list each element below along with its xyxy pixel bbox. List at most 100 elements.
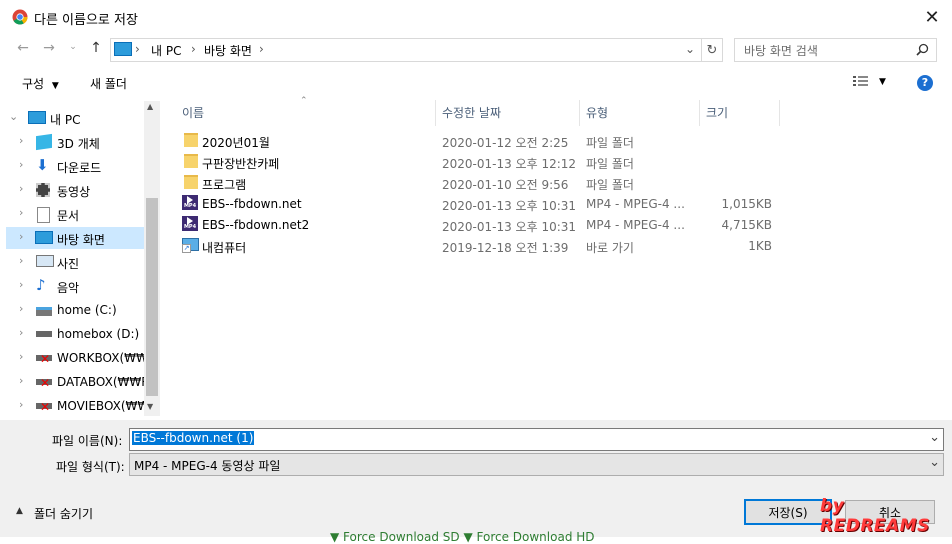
file-row[interactable]: MP4 EBS--fbdown.net2 2020-01-13 오후 10:31…	[178, 214, 778, 235]
chevron-right-icon[interactable]: ›	[19, 398, 23, 411]
chevron-right-icon[interactable]: ›	[19, 254, 23, 267]
sort-ascending-icon: ⌃	[300, 96, 308, 106]
filetype-label: 파일 형식(T):	[56, 460, 125, 474]
watermark-text: by REDREAMS	[820, 496, 930, 536]
file-size: 1KB	[748, 239, 772, 253]
scroll-down-icon[interactable]: ▼	[147, 402, 153, 411]
chevron-down-icon[interactable]: ⌄	[929, 455, 940, 470]
file-modified: 2020-01-13 오후 12:12	[442, 157, 577, 171]
chevron-right-icon[interactable]: ›	[19, 182, 23, 195]
file-type: 파일 폴더	[586, 157, 634, 171]
column-divider[interactable]	[779, 100, 780, 126]
file-row[interactable]: 구판장반찬카페 2020-01-13 오후 12:12 파일 폴더	[178, 151, 778, 172]
chevron-right-icon[interactable]: ›	[19, 302, 23, 315]
view-options-button[interactable]: ▼	[853, 75, 887, 91]
chevron-right-icon[interactable]: ›	[19, 158, 23, 171]
file-name: 프로그램	[202, 178, 247, 192]
tree-item-pc[interactable]: ⌄ 내 PC	[6, 107, 144, 129]
tree-scrollbar-thumb[interactable]	[146, 198, 158, 396]
pc-icon	[28, 111, 46, 124]
file-name: EBS--fbdown.net2	[202, 218, 310, 232]
tree-item-label: 문서	[57, 209, 80, 223]
tree-item-moviebox[interactable]: › ✕ MOVIEBOX(₩₩R	[6, 395, 158, 417]
column-header-type[interactable]: 유형	[586, 104, 608, 121]
tree-item-downloads[interactable]: › ⬇ 다운로드	[6, 155, 144, 177]
column-header-modified[interactable]: 수정한 날짜	[442, 104, 501, 121]
column-header-size[interactable]: 크기	[706, 104, 728, 121]
save-button[interactable]: 저장(S)	[744, 499, 832, 525]
filename-input[interactable]: EBS--fbdown.net (1)	[132, 431, 255, 445]
drive-icon	[36, 307, 52, 316]
new-folder-button[interactable]: 새 폴더	[90, 75, 127, 92]
file-modified: 2020-01-13 오후 10:31	[442, 220, 577, 234]
tree-item-desktop[interactable]: › 바탕 화면	[6, 227, 144, 249]
filetype-select[interactable]: MP4 - MPEG-4 동영상 파일 ⌄	[129, 453, 944, 476]
hide-folders-button[interactable]: 폴더 숨기기	[34, 505, 93, 522]
file-row[interactable]: MP4 EBS--fbdown.net 2020-01-13 오후 10:31 …	[178, 193, 778, 214]
video-icon	[36, 183, 50, 197]
file-row[interactable]: 프로그램 2020-01-10 오전 9:56 파일 폴더	[178, 172, 778, 193]
filename-field[interactable]: EBS--fbdown.net (1) ⌄	[129, 428, 944, 451]
up-arrow-icon[interactable]: ↑	[87, 40, 105, 56]
tree-item-label: 바탕 화면	[57, 233, 105, 247]
file-row[interactable]: 2020년01월 2020-01-12 오전 2:25 파일 폴더	[178, 130, 778, 151]
tree-item-workbox[interactable]: › ✕ WORKBOX(₩₩re	[6, 347, 160, 369]
tree-item-label: homebox (D:)	[57, 327, 140, 341]
file-type: MP4 - MPEG-4 ...	[586, 218, 685, 232]
tree-item-pictures[interactable]: › 사진	[6, 251, 144, 273]
forward-arrow-icon[interactable]: →	[40, 40, 58, 56]
chevron-right-icon[interactable]: ›	[19, 278, 23, 291]
tree-item-music[interactable]: › ♪ 음악	[6, 275, 144, 297]
file-size: 4,715KB	[721, 218, 772, 232]
column-divider[interactable]	[699, 100, 700, 126]
file-type: MP4 - MPEG-4 ...	[586, 197, 685, 211]
organize-button[interactable]: 구성 ▼	[22, 75, 59, 92]
chevron-right-icon[interactable]: ›	[19, 350, 23, 363]
tree-list: ⌄ 내 PC › 3D 개체 › ⬇ 다운로드 › 동영상 › 문서 › 바탕 …	[6, 101, 160, 417]
window-title: 다른 이름으로 저장	[34, 13, 138, 28]
address-separator: ›	[135, 42, 140, 56]
recent-chevron-icon[interactable]: ⌄	[64, 42, 82, 52]
address-segment-desktop[interactable]: 바탕 화면	[204, 42, 252, 59]
chevron-up-icon[interactable]: ▲	[16, 506, 23, 516]
file-type: 바로 가기	[586, 241, 634, 255]
toolbar	[0, 68, 952, 98]
drive-icon	[36, 331, 52, 337]
dropdown-triangle-icon: ▼	[51, 81, 59, 91]
back-arrow-icon[interactable]: ←	[14, 40, 32, 56]
tree-item-drive-c[interactable]: › home (C:)	[6, 299, 144, 321]
chevron-right-icon[interactable]: ›	[19, 230, 23, 243]
picture-icon	[36, 255, 54, 267]
address-separator: ›	[259, 42, 264, 56]
chevron-down-icon[interactable]: ⌄	[929, 430, 940, 445]
column-divider[interactable]	[435, 100, 436, 126]
scroll-up-icon[interactable]: ▲	[147, 102, 153, 111]
desktop-icon	[35, 231, 53, 244]
chevron-right-icon[interactable]: ›	[19, 134, 23, 147]
file-name: 구판장반찬카페	[202, 157, 280, 171]
address-dropdown-chevron-icon[interactable]: ⌄	[685, 42, 695, 56]
tree-item-3d-objects[interactable]: › 3D 개체	[6, 131, 144, 153]
tree-item-documents[interactable]: › 문서	[6, 203, 144, 225]
address-separator: ›	[191, 42, 196, 56]
column-divider[interactable]	[579, 100, 580, 126]
search-input[interactable]: 바탕 화면 검색	[744, 42, 818, 59]
chevron-down-icon[interactable]: ⌄	[9, 110, 18, 123]
tree-item-videos[interactable]: › 동영상	[6, 179, 144, 201]
refresh-icon[interactable]: ↻	[702, 38, 723, 62]
chevron-right-icon[interactable]: ›	[19, 206, 23, 219]
chevron-right-icon[interactable]: ›	[19, 374, 23, 387]
address-segment-pc[interactable]: 내 PC	[151, 42, 181, 59]
tree-item-drive-d[interactable]: › homebox (D:)	[6, 323, 144, 345]
chevron-right-icon[interactable]: ›	[19, 326, 23, 339]
file-row[interactable]: ↗ 내컴퓨터 2019-12-18 오전 1:39 바로 가기 1KB	[178, 235, 778, 256]
search-box[interactable]: 바탕 화면 검색	[734, 38, 937, 62]
close-button[interactable]: ✕	[920, 6, 944, 28]
dropdown-triangle-icon: ▼	[879, 77, 886, 87]
tree-item-databox[interactable]: › ✕ DATABOX(₩₩R	[6, 371, 150, 393]
address-bar[interactable]: › 내 PC › 바탕 화면 › ⌄	[110, 38, 702, 62]
background-page-strip: ▼ Force Download SD ▼ Force Download HD	[330, 530, 595, 544]
column-header-name[interactable]: 이름	[182, 104, 204, 121]
help-icon[interactable]: ?	[917, 75, 933, 91]
file-modified: 2020-01-12 오전 2:25	[442, 136, 569, 150]
